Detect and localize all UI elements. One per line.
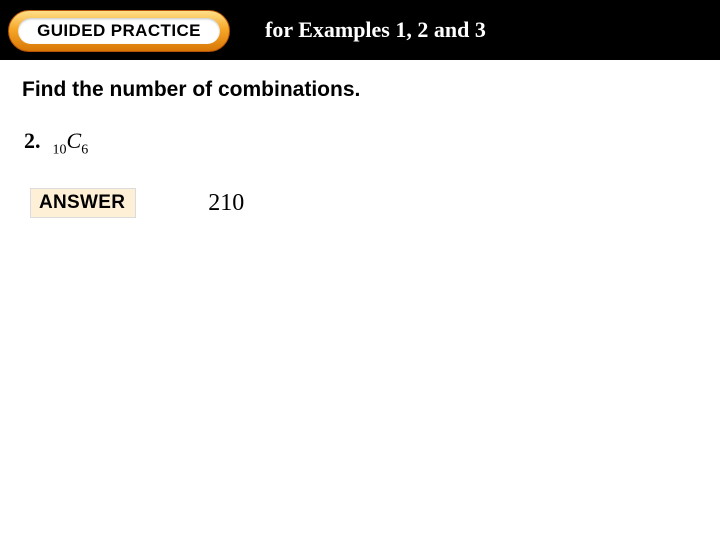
combination-notation: 10C6: [53, 128, 89, 158]
guided-practice-label: GUIDED PRACTICE: [18, 18, 220, 44]
guided-practice-pill: GUIDED PRACTICE: [8, 10, 230, 52]
header-subtitle: for Examples 1, 2 and 3: [265, 0, 486, 60]
combination-symbol: C: [67, 128, 82, 153]
problem-number: 2.: [24, 128, 41, 154]
answer-label: ANSWER: [30, 188, 136, 218]
answer-value: 210: [208, 190, 244, 217]
answer-row: ANSWER 210: [22, 188, 698, 218]
header-bar: GUIDED PRACTICE for Examples 1, 2 and 3: [0, 0, 720, 60]
combination-n: 10: [53, 142, 67, 157]
content-area: Find the number of combinations. 2. 10C6…: [0, 60, 720, 218]
problem-prompt: Find the number of combinations.: [22, 78, 698, 102]
problem-row: 2. 10C6: [22, 128, 698, 158]
combination-r: 6: [81, 142, 88, 157]
